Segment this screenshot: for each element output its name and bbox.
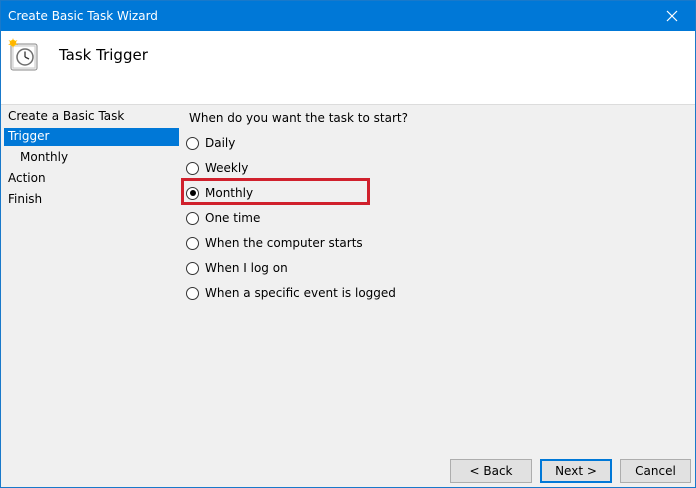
trigger-panel: When do you want the task to start? Dail… [181, 106, 695, 446]
radio-label: When the computer starts [205, 236, 363, 250]
step-monthly[interactable]: Monthly [4, 149, 179, 167]
radio-button[interactable] [186, 236, 199, 250]
radio-monthly[interactable]: Monthly [181, 178, 370, 205]
radio-label: When a specific event is logged [205, 286, 396, 300]
step-action[interactable]: Action [4, 170, 179, 188]
wizard-window: Create Basic Task Wizard Task Trigger Cr… [0, 0, 696, 488]
radio-label: Daily [205, 136, 236, 150]
radio-button[interactable] [186, 261, 199, 275]
radio-button[interactable] [186, 186, 199, 200]
radio-label: Weekly [205, 161, 249, 175]
radio-button[interactable] [186, 161, 199, 175]
back-button[interactable]: < Back [450, 459, 532, 483]
window-title: Create Basic Task Wizard [8, 9, 158, 23]
step-finish[interactable]: Finish [4, 191, 179, 209]
trigger-question: When do you want the task to start? [189, 111, 408, 125]
radio-label: One time [205, 211, 261, 225]
wizard-header: Task Trigger [1, 31, 695, 105]
title-bar[interactable]: Create Basic Task Wizard [1, 1, 695, 31]
radio-button[interactable] [186, 286, 199, 300]
close-icon [666, 10, 678, 22]
wizard-step-list: Create a Basic Task Trigger Monthly Acti… [1, 106, 181, 446]
radio-button[interactable] [186, 211, 199, 225]
radio-event-logged[interactable]: When a specific event is logged [186, 282, 396, 304]
task-scheduler-clock-icon [8, 38, 38, 71]
step-create-basic-task[interactable]: Create a Basic Task [4, 108, 179, 126]
radio-weekly[interactable]: Weekly [186, 157, 248, 179]
radio-label: Monthly [205, 186, 254, 200]
radio-log-on[interactable]: When I log on [186, 257, 288, 279]
radio-computer-starts[interactable]: When the computer starts [186, 232, 363, 254]
close-button[interactable] [649, 1, 695, 31]
radio-button[interactable] [186, 136, 199, 150]
cancel-button[interactable]: Cancel [620, 459, 691, 483]
radio-one-time[interactable]: One time [186, 207, 260, 229]
radio-label: When I log on [205, 261, 288, 275]
step-trigger[interactable]: Trigger [4, 128, 179, 146]
next-button[interactable]: Next > [540, 459, 612, 483]
page-title: Task Trigger [59, 46, 148, 64]
radio-daily[interactable]: Daily [186, 132, 235, 154]
